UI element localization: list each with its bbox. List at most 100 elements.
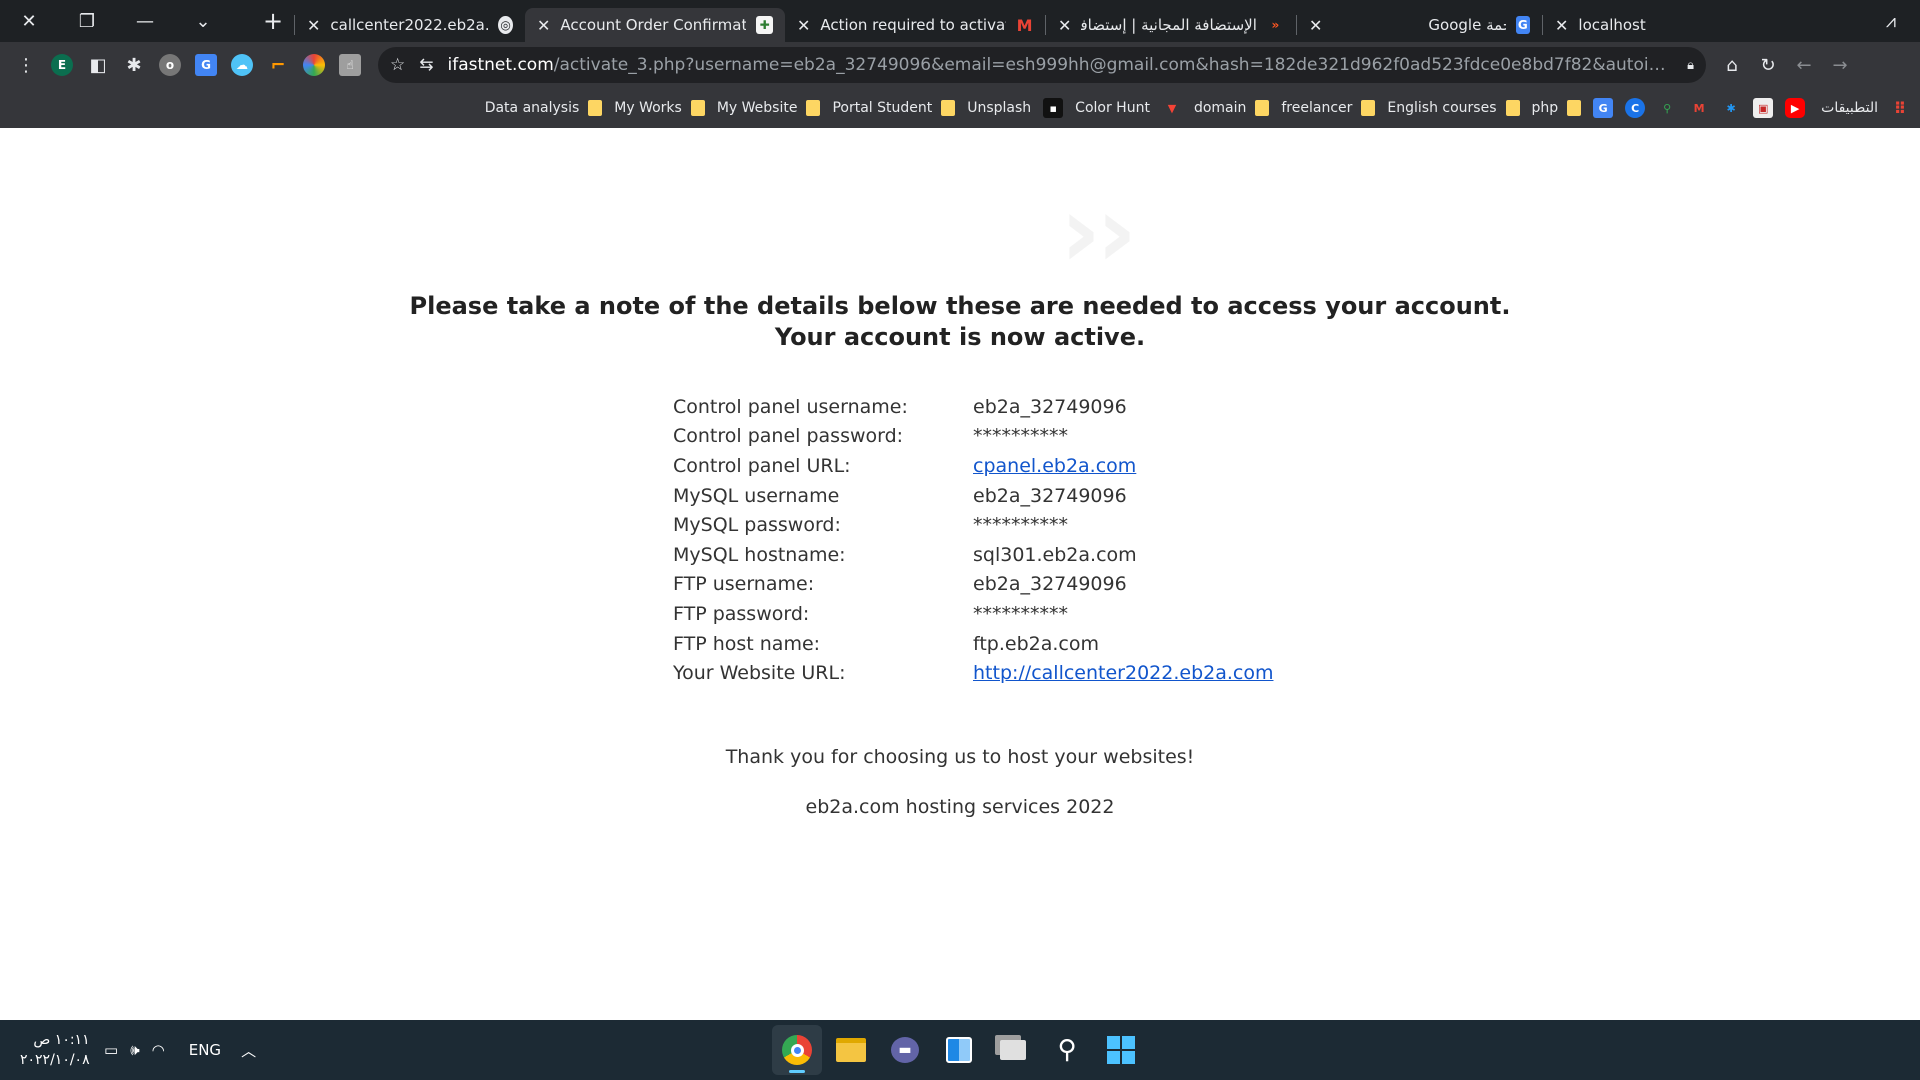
task-view-taskbar-icon[interactable]: [988, 1025, 1038, 1075]
detail-label: Control panel URL:: [673, 454, 851, 477]
tab-close-icon[interactable]: ✕: [797, 16, 810, 35]
page-headline: Please take a note of the details below …: [0, 291, 1920, 353]
detail-row: FTP username: eb2a_32749096: [673, 570, 1273, 600]
lock-icon[interactable]: 🔒︎: [1687, 58, 1694, 73]
language-indicator[interactable]: ENG: [189, 1041, 221, 1059]
start-windows-icon[interactable]: [1096, 1025, 1146, 1075]
folder-icon: [690, 100, 705, 116]
crop-extension-icon[interactable]: ⌐: [260, 47, 296, 83]
cloud-extension-icon[interactable]: ☁: [224, 47, 260, 83]
windows-taskbar: ١٠:١١ ص ٢٠٢٢/١٠/٠٨ ▭ 🕪︎ ◠ ENG ︿ ▬ ⚲: [0, 1020, 1920, 1080]
thank-you-message: Thank you for choosing us to host your w…: [725, 746, 1195, 768]
chrome-taskbar-icon[interactable]: [772, 1025, 822, 1075]
tab-free-hosting[interactable]: ✕ الإستضافة المجانية | إستضافة »: [1046, 8, 1296, 42]
site-favicon-icon: »: [1271, 18, 1280, 32]
tab-close-icon[interactable]: ✕: [537, 16, 550, 35]
bookmark-freelancer[interactable]: freelancer: [1281, 100, 1376, 116]
profile-logo-icon[interactable]: ⩘: [1862, 0, 1920, 42]
bookmark-apps[interactable]: التطبيقات ⠿: [1821, 98, 1910, 118]
detail-row: Control panel URL: cpanel.eb2a.com: [673, 451, 1273, 481]
bookmark-domain[interactable]: domain: [1194, 100, 1270, 116]
forward-arrow-icon[interactable]: →: [1822, 47, 1858, 83]
tab-localhost[interactable]: ✕ localhost: [1543, 8, 1723, 42]
page-content: › › Please take a note of the details be…: [0, 128, 1920, 1020]
tab-close-icon[interactable]: ✕: [1309, 16, 1322, 35]
tab-title: localhost: [1578, 16, 1646, 34]
tab-close-icon[interactable]: ✕: [1058, 16, 1071, 35]
restore-window-icon[interactable]: ❐: [58, 0, 116, 42]
image-bookmark-icon[interactable]: ▣: [1753, 98, 1774, 118]
search-taskbar-icon[interactable]: ⚲: [1042, 1025, 1092, 1075]
share-link-icon[interactable]: ⇆: [419, 55, 433, 75]
profile-avatar[interactable]: E: [44, 47, 80, 83]
bookmark-color-hunt[interactable]: Color Hunt ▼: [1075, 98, 1182, 118]
detail-row: FTP password: **********: [673, 599, 1273, 629]
headline-line-1: Please take a note of the details below …: [409, 292, 1511, 320]
bookmark-star-icon[interactable]: ☆: [390, 55, 405, 75]
bookmark-english-courses[interactable]: English courses: [1387, 100, 1520, 116]
website-url-link[interactable]: http://callcenter2022.eb2a.com: [973, 662, 1273, 684]
bookmark-data-analysis[interactable]: Data analysis: [485, 100, 603, 116]
tab-account-order-confirmation[interactable]: ✕ Account Order Confirmatio ✚: [525, 8, 785, 42]
touch-extension-icon[interactable]: ☝: [332, 47, 368, 83]
c-bookmark-icon[interactable]: C: [1625, 98, 1646, 118]
color-picker-extension-icon[interactable]: [296, 47, 332, 83]
folder-icon: [806, 100, 821, 116]
gmail-bookmark-icon[interactable]: M: [1689, 98, 1709, 118]
wifi-icon[interactable]: ◠: [152, 1041, 165, 1059]
system-clock[interactable]: ١٠:١١ ص ٢٠٢٢/١٠/٠٨: [20, 1030, 90, 1070]
tab-close-icon[interactable]: ✕: [1555, 16, 1568, 35]
file-explorer-taskbar-icon[interactable]: [826, 1025, 876, 1075]
tab-close-icon[interactable]: ✕: [307, 16, 320, 35]
detail-row: Control panel password: **********: [673, 422, 1273, 452]
bookmark-my-website[interactable]: My Website: [717, 100, 821, 116]
folder-icon: [1567, 100, 1582, 116]
widgets-taskbar-icon[interactable]: [934, 1025, 984, 1075]
cpanel-url-link[interactable]: cpanel.eb2a.com: [973, 455, 1136, 477]
watermark-chevrons: › ›: [1060, 173, 1137, 290]
detail-row: MySQL hostname: sql301.eb2a.com: [673, 540, 1273, 570]
bookmark-unsplash[interactable]: Unsplash ▪: [967, 98, 1064, 118]
tab-callcenter[interactable]: ✕ callcenter2022.eb2a.com ◎: [295, 8, 525, 42]
translate-bookmark-icon[interactable]: G: [1593, 98, 1614, 118]
volume-icon[interactable]: 🕪︎: [130, 1041, 139, 1059]
address-bar[interactable]: ☆ ⇆ ifastnet.com /activate_3.php?usernam…: [378, 47, 1706, 83]
extensions-puzzle-icon[interactable]: ✱: [116, 47, 152, 83]
tab-action-required[interactable]: ✕ Action required to activate M: [785, 8, 1045, 42]
detail-value: eb2a_32749096: [973, 395, 1127, 418]
new-tab-button[interactable]: +: [252, 0, 294, 42]
color-hunt-icon: ▼: [1167, 101, 1177, 115]
taskbar-apps: ▬ ⚲: [770, 1020, 1148, 1080]
detail-row: MySQL username eb2a_32749096: [673, 481, 1273, 511]
detail-label: FTP password:: [673, 602, 810, 625]
google-translate-icon: G: [1515, 16, 1530, 34]
reload-icon[interactable]: ↻: [1750, 47, 1786, 83]
bookmark-label: Data analysis: [484, 100, 580, 116]
clock-time: ١٠:١١ ص: [33, 1032, 90, 1048]
tab-search-chevron-icon[interactable]: ⌄: [174, 0, 232, 42]
home-icon[interactable]: ⌂: [1714, 47, 1750, 83]
side-panel-icon[interactable]: ◧: [80, 47, 116, 83]
youtube-bookmark-icon[interactable]: ▶: [1785, 98, 1806, 118]
bookmark-my-works[interactable]: My Works: [614, 100, 705, 116]
minimize-window-icon[interactable]: —: [116, 0, 174, 42]
detail-label: Control panel password:: [673, 425, 904, 448]
close-window-icon[interactable]: ✕: [0, 0, 58, 42]
tab-google-translate[interactable]: ✕ Google ترجمة G: [1297, 8, 1542, 42]
bookmark-label: My Works: [614, 100, 682, 116]
menu-kebab-icon[interactable]: ⋮: [8, 47, 44, 83]
url-host: ifastnet.com: [447, 55, 554, 75]
tab-title: callcenter2022.eb2a.com: [330, 16, 489, 34]
colorful-bookmark-icon[interactable]: ✱: [1721, 98, 1741, 118]
battery-icon[interactable]: ▭: [104, 1041, 118, 1059]
tray-overflow-chevron-icon[interactable]: ︿: [241, 1040, 256, 1061]
back-arrow-icon[interactable]: ←: [1786, 47, 1822, 83]
detail-row: Your Website URL: http://callcenter2022.…: [673, 658, 1273, 688]
teams-chat-taskbar-icon[interactable]: ▬: [880, 1025, 930, 1075]
bookmark-portal-student[interactable]: Portal Student: [832, 100, 956, 116]
bookmark-php[interactable]: php: [1532, 100, 1582, 116]
owl-extension-icon[interactable]: o: [152, 47, 188, 83]
tab-title: Action required to activate: [820, 16, 1007, 34]
maps-bookmark-icon[interactable]: ⚲: [1657, 98, 1677, 118]
translate-extension-icon[interactable]: G: [188, 47, 224, 83]
